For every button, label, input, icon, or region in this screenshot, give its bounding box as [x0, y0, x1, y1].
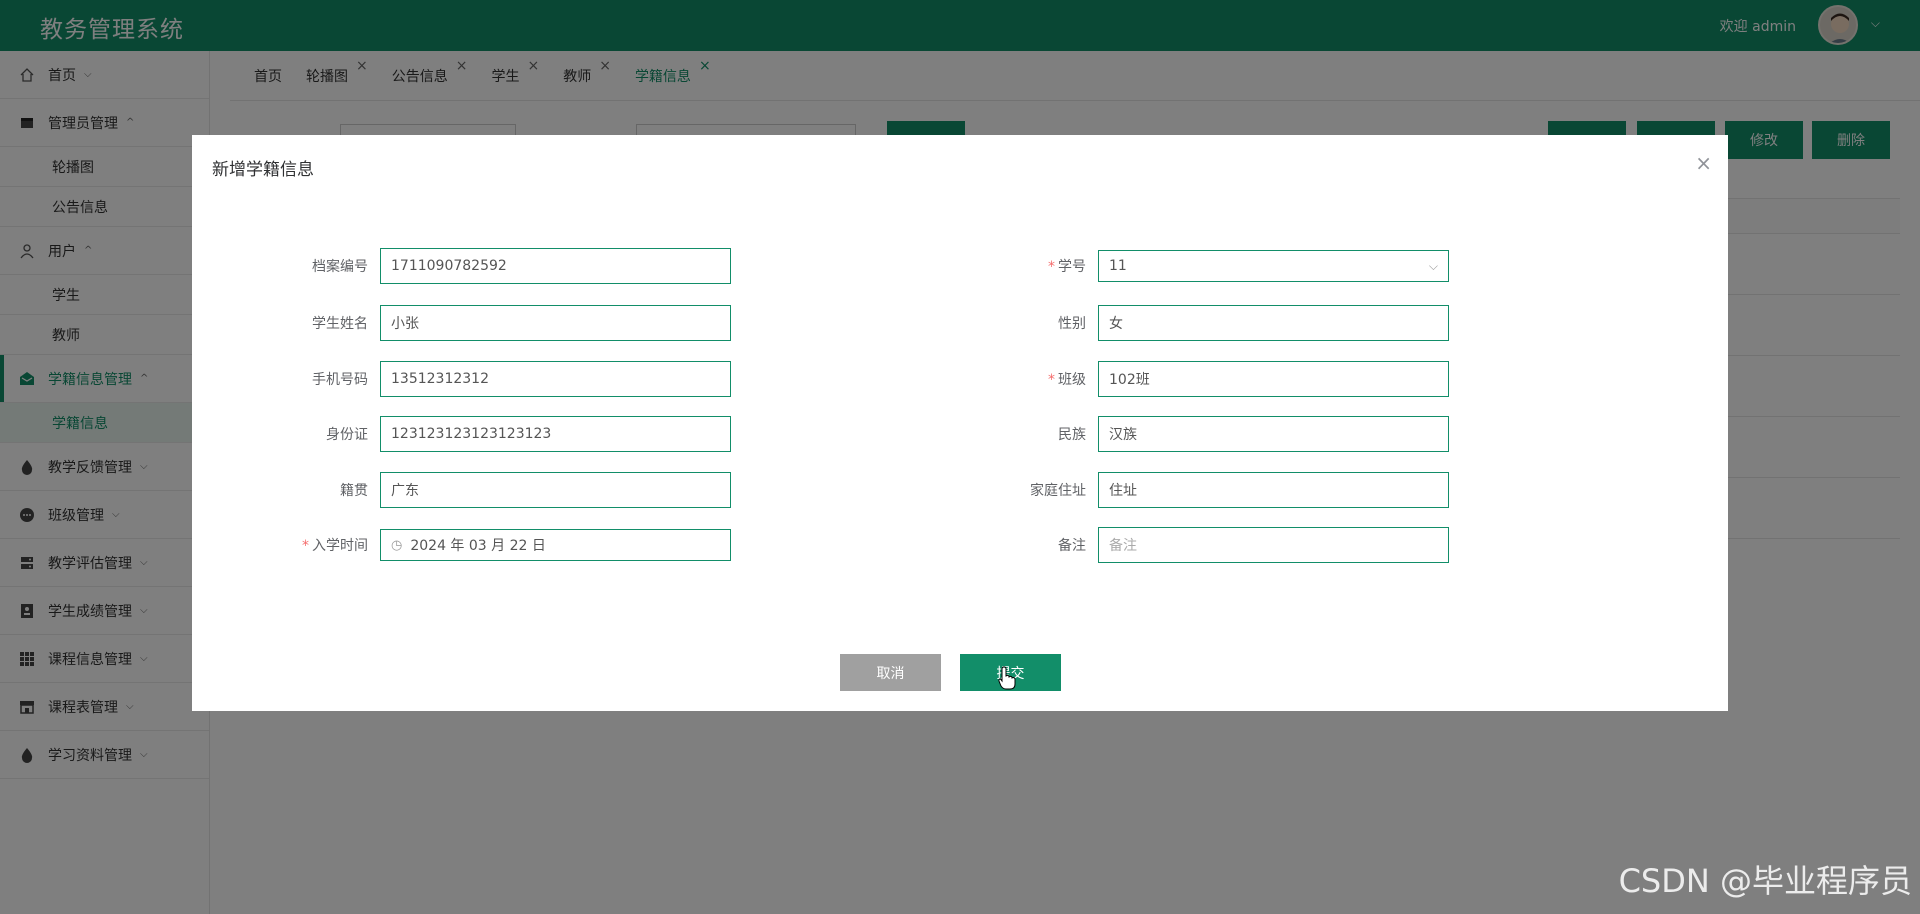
- field-label: 学生姓名: [312, 316, 368, 332]
- cancel-button[interactable]: 取消: [840, 654, 941, 691]
- address-field[interactable]: 住址: [1098, 472, 1449, 508]
- add-enrollment-dialog: 新增学籍信息 × 档案编号 1711090782592 学生姓名 小张 手机号码…: [192, 135, 1728, 711]
- form-item-enroll-date: * 入学时间 ◷ 2024 年 03 月 22 日: [240, 527, 731, 563]
- student-no-select[interactable]: 11 ⌵: [1098, 250, 1449, 282]
- required-mark: *: [1048, 372, 1055, 388]
- form-item-native-place: 籍贯 广东: [240, 472, 731, 508]
- required-mark: *: [302, 538, 309, 554]
- field-label: 备注: [1058, 538, 1086, 554]
- close-icon[interactable]: ×: [1695, 153, 1712, 173]
- clock-icon: ◷: [391, 537, 403, 553]
- form-item-remark: 备注 备注: [958, 527, 1449, 563]
- form-item-student-name: 学生姓名 小张: [240, 305, 731, 341]
- field-label: 民族: [1058, 427, 1086, 443]
- field-label: * 学号: [1048, 259, 1086, 275]
- class-field[interactable]: 102班: [1098, 361, 1449, 397]
- chevron-down-icon: ⌵: [1428, 258, 1438, 273]
- form-item-ethnicity: 民族 汉族: [958, 416, 1449, 452]
- form-item-phone: 手机号码 13512312312: [240, 361, 731, 397]
- form-item-class: * 班级 102班: [958, 361, 1449, 397]
- form-item-student-no: * 学号 11 ⌵: [958, 248, 1449, 284]
- form-item-file-no: 档案编号 1711090782592: [240, 248, 731, 284]
- required-mark: *: [1048, 259, 1055, 275]
- field-label: 身份证: [326, 427, 368, 443]
- gender-field[interactable]: 女: [1098, 305, 1449, 341]
- date-value: 2024 年 03 月 22 日: [410, 538, 546, 554]
- watermark: CSDN @毕业程序员: [1618, 862, 1912, 900]
- field-label: 家庭住址: [1030, 483, 1086, 499]
- ethnicity-field[interactable]: 汉族: [1098, 416, 1449, 452]
- field-label: 性别: [1058, 316, 1086, 332]
- id-card-field[interactable]: 123123123123123123: [380, 416, 731, 452]
- field-label: 手机号码: [312, 372, 368, 388]
- remark-field[interactable]: 备注: [1098, 527, 1449, 563]
- field-label: * 班级: [1048, 372, 1086, 388]
- enroll-date-picker[interactable]: ◷ 2024 年 03 月 22 日: [380, 529, 731, 561]
- student-name-field[interactable]: 小张: [380, 305, 731, 341]
- file-no-field[interactable]: 1711090782592: [380, 248, 731, 284]
- field-label: * 入学时间: [302, 538, 368, 554]
- field-label: 档案编号: [312, 259, 368, 275]
- form-item-gender: 性别 女: [958, 305, 1449, 341]
- field-label: 籍贯: [340, 483, 368, 499]
- hand-cursor-icon: [998, 666, 1016, 690]
- select-value: 11: [1109, 258, 1127, 274]
- native-place-field[interactable]: 广东: [380, 472, 731, 508]
- phone-field[interactable]: 13512312312: [380, 361, 731, 397]
- form-item-address: 家庭住址 住址: [958, 472, 1449, 508]
- dialog-title: 新增学籍信息: [212, 160, 314, 180]
- form-item-id-card: 身份证 123123123123123123: [240, 416, 731, 452]
